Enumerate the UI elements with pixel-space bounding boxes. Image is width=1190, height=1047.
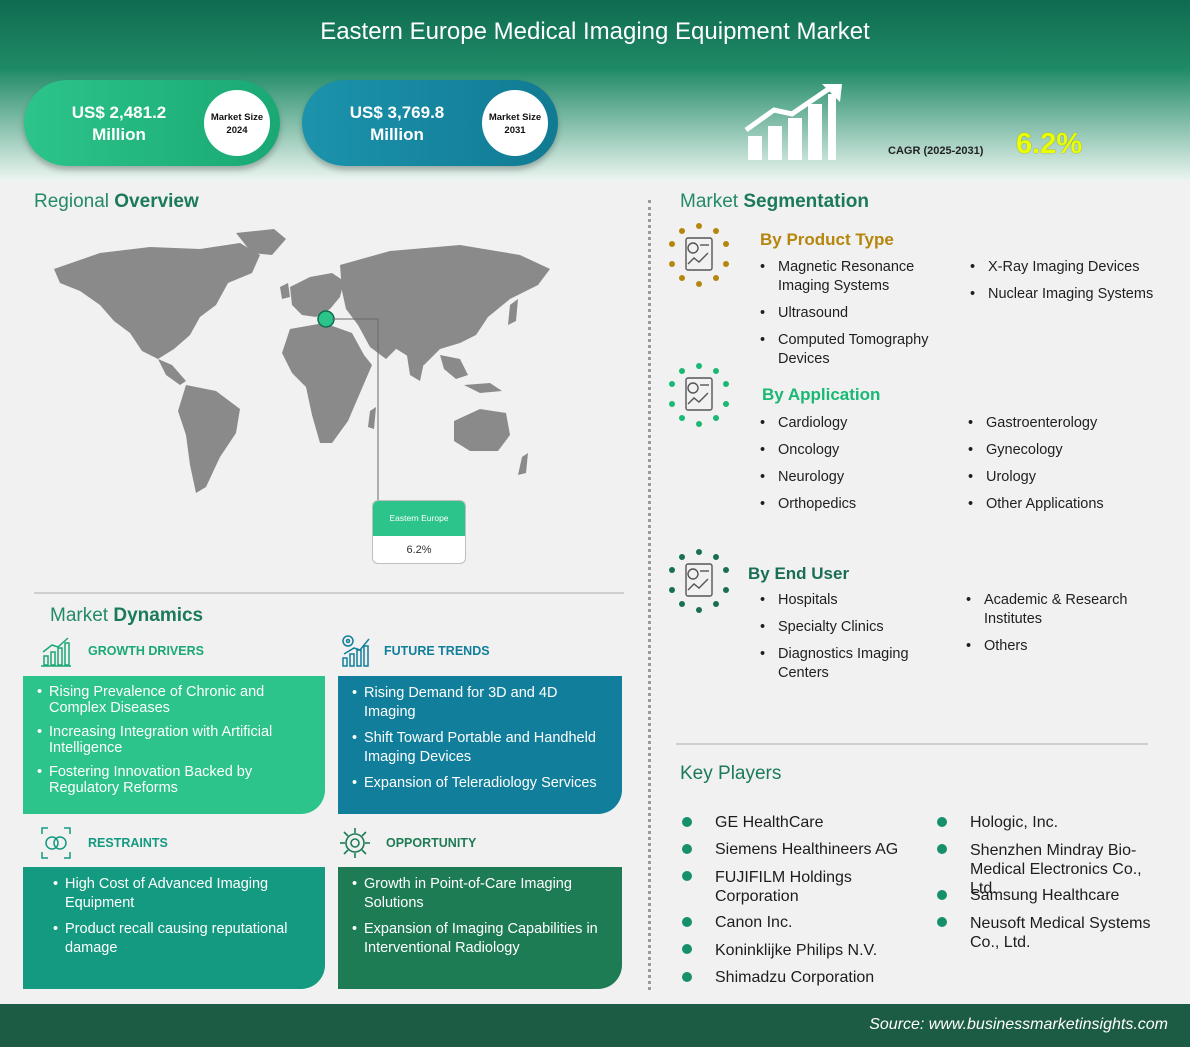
header-banner: Eastern Europe Medical Imaging Equipment…	[0, 0, 1190, 180]
list-item: Shift Toward Portable and Handheld Imagi…	[352, 729, 608, 767]
list-item: Oncology	[760, 441, 950, 460]
list-item: Hologic, Inc.	[970, 814, 1059, 831]
world-map	[54, 229, 550, 501]
growth-drivers-title: GROWTH DRIVERS	[88, 644, 204, 658]
list-item: Koninklijke Philips N.V.	[715, 942, 878, 959]
list-item: Growth in Point-of-Care Imaging Solution…	[352, 875, 608, 913]
bullet-dot	[937, 844, 947, 854]
growth-trend-icon	[744, 84, 842, 160]
key-players-heading: Key Players	[680, 763, 782, 784]
list-item: X-Ray Imaging Devices	[970, 258, 1180, 277]
list-item: Neusoft Medical Systems Co., Ltd.	[970, 915, 1151, 951]
bullet-dot	[937, 817, 947, 827]
source-link[interactable]: Source: www.businessmarketinsights.com	[869, 1016, 1168, 1034]
application-icon	[669, 363, 729, 427]
market-size-2031-value: US$ 3,769.8 Million	[349, 103, 445, 144]
list-item: Others	[966, 637, 1166, 656]
restraints-title: RESTRAINTS	[88, 836, 168, 850]
application-list-right: Gastroenterology Gynecology Urology Othe…	[968, 414, 1178, 522]
restraints-card: High Cost of Advanced Imaging Equipment …	[23, 867, 325, 989]
region-cagr: 6.2%	[406, 544, 432, 556]
growth-drivers-card: Rising Prevalence of Chronic and Complex…	[23, 676, 325, 814]
bullet-dot	[682, 917, 692, 927]
market-size-2024-badge: Market Size 2024	[204, 90, 270, 156]
list-item: Expansion of Imaging Capabilities in Int…	[352, 920, 608, 958]
list-item: Specialty Clinics	[760, 618, 950, 637]
region-callout: Eastern Europe 6.2%	[372, 500, 466, 564]
gear-icon	[340, 828, 370, 858]
list-item: Magnetic Resonance Imaging Systems	[760, 258, 950, 296]
product-type-list-right: X-Ray Imaging Devices Nuclear Imaging Sy…	[970, 258, 1180, 312]
application-heading: By Application	[762, 385, 881, 404]
list-item: High Cost of Advanced Imaging Equipment	[53, 875, 311, 913]
list-item: Orthopedics	[760, 495, 950, 514]
list-item: Other Applications	[968, 495, 1178, 514]
region-name: Eastern Europe	[373, 501, 465, 536]
opportunity-title: OPPORTUNITY	[386, 836, 477, 850]
product-type-list-left: Magnetic Resonance Imaging Systems Ultra…	[760, 258, 950, 377]
list-item: Computed Tomography Devices	[760, 331, 950, 369]
cagr-value: 6.2%	[1016, 128, 1083, 160]
opportunity-card: Growth in Point-of-Care Imaging Solution…	[338, 867, 622, 989]
list-item: Hospitals	[760, 591, 950, 610]
market-size-2024-value: US$ 2,481.2 Million	[71, 103, 167, 144]
regional-overview-heading: Regional Overview	[34, 191, 199, 212]
bullet-dot	[682, 844, 692, 854]
bullet-dot	[682, 944, 692, 954]
bullet-dot	[937, 917, 947, 927]
market-dynamics-heading: Market Dynamics	[50, 605, 204, 626]
market-size-2031-pill: US$ 3,769.8 Million Market Size 2031	[302, 80, 558, 166]
market-segmentation-heading: Market Segmentation	[680, 191, 869, 212]
end-user-heading: By End User	[748, 564, 850, 583]
list-item: Product recall causing reputational dama…	[53, 920, 311, 958]
trends-icon	[342, 635, 370, 667]
divider	[34, 592, 624, 594]
vertical-divider	[648, 200, 651, 990]
bullet-dot	[937, 890, 947, 900]
market-size-2024-pill: US$ 2,481.2 Million Market Size 2024	[24, 80, 280, 166]
bullet-dot	[682, 871, 692, 881]
product-type-heading: By Product Type	[760, 230, 894, 249]
market-size-2031-badge: Market Size 2031	[482, 90, 548, 156]
list-item: Cardiology	[760, 414, 950, 433]
list-item: Diagnostics Imaging Centers	[760, 645, 950, 683]
bullet-dot	[682, 972, 692, 982]
end-user-icon	[669, 549, 729, 613]
list-item: Fostering Innovation Backed by Regulator…	[37, 764, 311, 796]
footer: Source: www.businessmarketinsights.com	[0, 1004, 1190, 1047]
end-user-list-left: Hospitals Specialty Clinics Diagnostics …	[760, 591, 950, 691]
list-item: Increasing Integration with Artificial I…	[37, 724, 311, 756]
list-item: Canon Inc.	[715, 914, 793, 931]
list-item: Siemens Healthineers AG	[715, 841, 899, 858]
future-trends-card: Rising Demand for 3D and 4D Imaging Shif…	[338, 676, 622, 814]
cagr-label: CAGR (2025-2031)	[888, 145, 984, 157]
list-item: Shimadzu Corporation	[715, 969, 875, 986]
list-item: Rising Demand for 3D and 4D Imaging	[352, 684, 608, 722]
list-item: FUJIFILM Holdings Corporation	[715, 869, 852, 905]
list-item: Rising Prevalence of Chronic and Complex…	[37, 684, 311, 716]
application-list-left: Cardiology Oncology Neurology Orthopedic…	[760, 414, 950, 522]
product-type-icon	[669, 223, 729, 287]
future-trends-title: FUTURE TRENDS	[384, 644, 490, 658]
list-item: Urology	[968, 468, 1178, 487]
list-item: Neurology	[760, 468, 950, 487]
list-item: GE HealthCare	[715, 814, 824, 831]
end-user-list-right: Academic & Research Institutes Others	[966, 591, 1166, 664]
bullet-dot	[682, 817, 692, 827]
list-item: Gynecology	[968, 441, 1178, 460]
list-item: Academic & Research Institutes	[966, 591, 1166, 629]
list-item: Expansion of Teleradiology Services	[352, 774, 608, 793]
restraint-icon	[41, 827, 71, 859]
divider	[676, 743, 1148, 745]
page-title: Eastern Europe Medical Imaging Equipment…	[320, 18, 870, 45]
list-item: Gastroenterology	[968, 414, 1178, 433]
list-item: Nuclear Imaging Systems	[970, 285, 1180, 304]
growth-chart-icon	[41, 637, 71, 667]
list-item: Samsung Healthcare	[970, 887, 1120, 904]
list-item: Ultrasound	[760, 304, 950, 323]
